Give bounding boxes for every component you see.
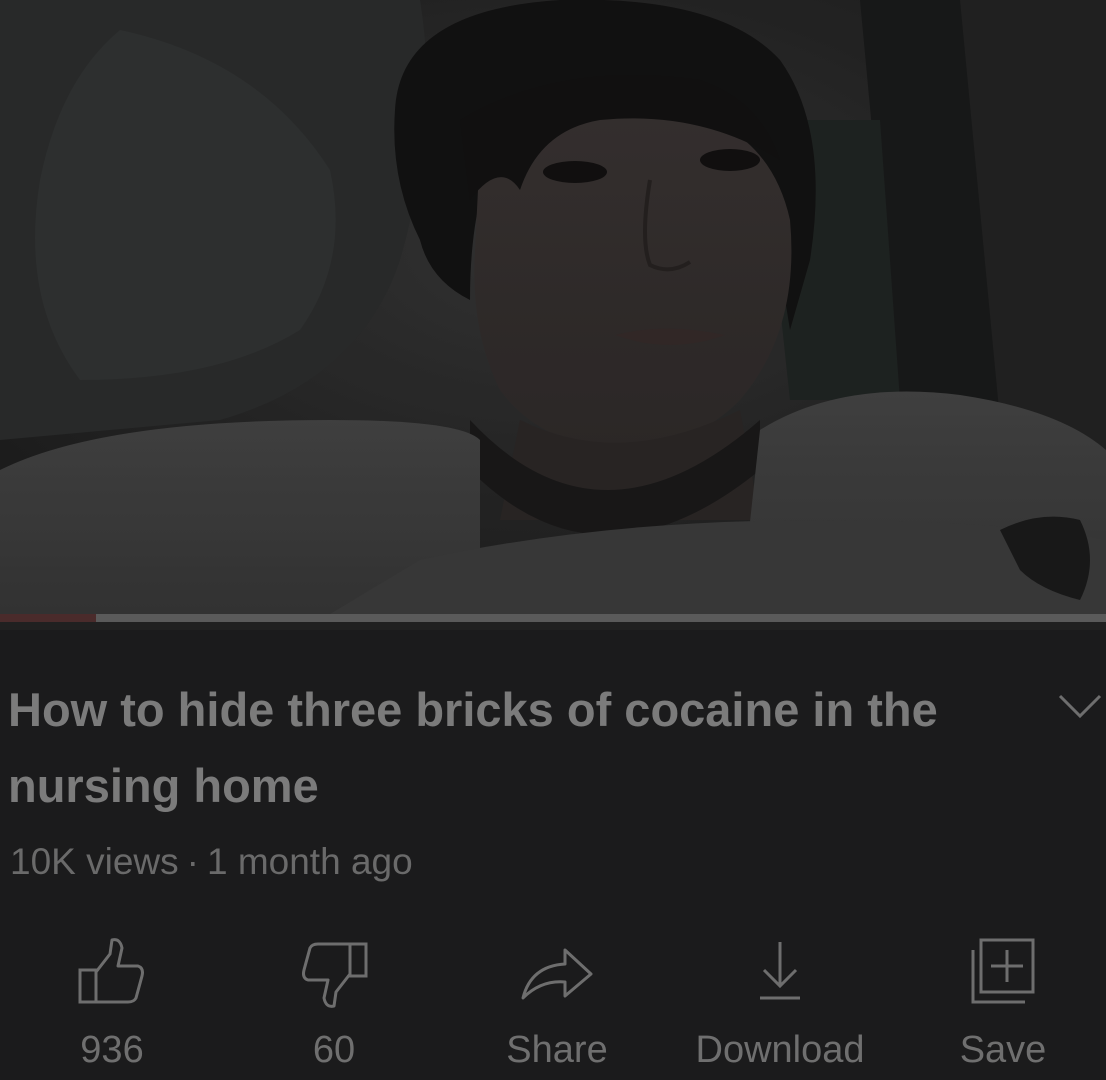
download-button[interactable]: Download <box>680 928 880 1080</box>
save-button[interactable]: Save <box>903 928 1103 1080</box>
video-player[interactable] <box>0 0 1106 614</box>
share-label: Share <box>506 1029 608 1071</box>
upload-age: 1 month ago <box>206 841 413 882</box>
video-title[interactable]: How to hide three bricks of cocaine in t… <box>8 672 1008 824</box>
thumbs-up-icon <box>72 932 152 1012</box>
video-watch-screen: How to hide three bricks of cocaine in t… <box>0 0 1106 1080</box>
download-label: Download <box>695 1029 865 1071</box>
meta-separator: · <box>186 841 199 882</box>
share-arrow-icon <box>517 932 597 1012</box>
playlist-add-icon <box>963 932 1043 1012</box>
progress-bar[interactable] <box>0 614 1106 622</box>
progress-divider <box>0 622 1106 630</box>
save-label: Save <box>959 1029 1047 1071</box>
like-count: 936 <box>80 1029 144 1071</box>
view-count: 10K views <box>10 841 179 882</box>
video-frame <box>0 0 1106 614</box>
thumbs-down-icon <box>294 932 374 1012</box>
dislike-button[interactable]: 60 <box>234 928 434 1080</box>
like-button[interactable]: 936 <box>12 928 212 1080</box>
action-bar: 936 60 Share Download Save <box>0 928 1106 1080</box>
chevron-down-icon[interactable] <box>1056 682 1104 730</box>
video-metadata: 10K views · 1 month ago <box>10 840 413 884</box>
download-icon <box>740 932 820 1012</box>
share-button[interactable]: Share <box>457 928 657 1080</box>
dislike-count: 60 <box>312 1029 356 1071</box>
progress-played <box>0 614 96 622</box>
progress-buffered <box>96 614 1106 622</box>
